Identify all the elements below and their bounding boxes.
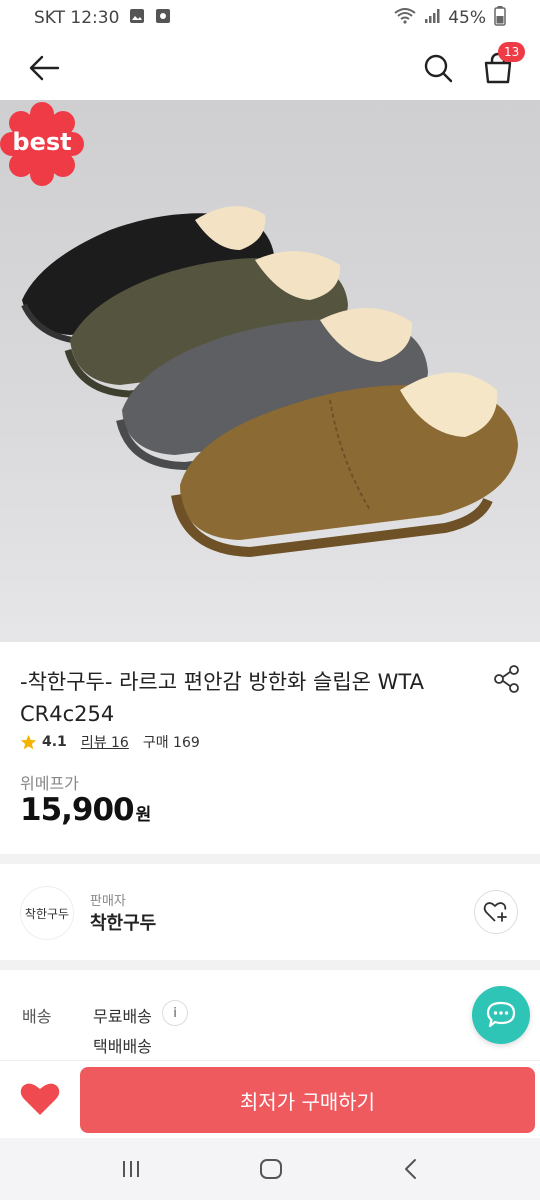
- rating-row: 4.1 리뷰 16 구매 169: [20, 732, 200, 752]
- signal-icon: [424, 8, 440, 29]
- home-icon: [260, 1159, 282, 1179]
- search-button[interactable]: [420, 50, 456, 86]
- section-divider: [0, 854, 540, 864]
- section-divider: [0, 960, 540, 970]
- shipping-section: 배송 무료배송 i 택배배송: [0, 970, 540, 1060]
- recent-apps-button[interactable]: [116, 1154, 146, 1184]
- share-button[interactable]: [492, 664, 522, 694]
- wifi-icon: [394, 7, 416, 29]
- heart-plus-icon: [483, 902, 507, 922]
- status-bar: SKT 12:30 45%: [0, 0, 540, 36]
- price-label: 위메프가: [20, 774, 79, 793]
- carrier-time: SKT 12:30: [34, 8, 120, 28]
- rating-value: 4.1: [42, 734, 67, 750]
- shipping-method: 택배배송: [93, 1037, 152, 1056]
- app-header: [0, 36, 540, 100]
- product-title: -착한구두- 라르고 편안감 방한화 슬립온 WTA CR4c254: [20, 670, 424, 726]
- cart-count-badge: 13: [498, 42, 526, 62]
- wishlist-button[interactable]: [18, 1079, 62, 1119]
- back-button[interactable]: [24, 50, 64, 86]
- share-icon: [494, 665, 519, 693]
- product-info: -착한구두- 라르고 편안감 방한화 슬립온 WTA CR4c254 4.1 리…: [0, 642, 540, 854]
- follow-seller-button[interactable]: [474, 890, 518, 934]
- seller-label: 판매자: [90, 894, 126, 909]
- bottom-action-bar: 최저가 구매하기: [0, 1060, 540, 1138]
- system-nav-bar: [0, 1138, 540, 1200]
- seller-section[interactable]: 착한구두 판매자 착한구두: [0, 864, 540, 960]
- shipping-free: 무료배송: [93, 1007, 152, 1026]
- heart-icon: [20, 1083, 60, 1115]
- price-row: 15,900 원: [20, 792, 151, 828]
- seller-name: 착한구두: [90, 913, 157, 934]
- shipping-info-button[interactable]: i: [162, 1000, 188, 1026]
- system-back-button[interactable]: [396, 1154, 426, 1184]
- battery-percent: 45%: [448, 8, 486, 28]
- buy-button[interactable]: 최저가 구매하기: [80, 1067, 535, 1133]
- info-icon: i: [173, 1005, 177, 1021]
- best-badge-label: best: [12, 128, 72, 156]
- arrow-left-icon: [29, 55, 60, 81]
- purchase-count: 구매 169: [142, 735, 200, 751]
- shipping-label: 배송: [22, 1007, 52, 1026]
- battery-icon: [494, 5, 506, 31]
- camera-notification-icon: [155, 8, 171, 29]
- chat-bubble-icon: [486, 1001, 516, 1028]
- recent-apps-icon: [123, 1161, 139, 1177]
- home-button[interactable]: [256, 1154, 286, 1184]
- review-link[interactable]: 리뷰 16: [81, 732, 129, 752]
- star-icon: [20, 734, 37, 749]
- seller-logo: 착한구두: [20, 886, 74, 940]
- chevron-left-icon: [405, 1159, 416, 1179]
- price-value: 15,900: [20, 792, 135, 828]
- gallery-icon: [129, 8, 145, 29]
- chat-button[interactable]: [472, 986, 530, 1044]
- search-icon: [424, 54, 453, 83]
- price-unit: 원: [135, 805, 152, 825]
- best-badge: best: [0, 102, 84, 186]
